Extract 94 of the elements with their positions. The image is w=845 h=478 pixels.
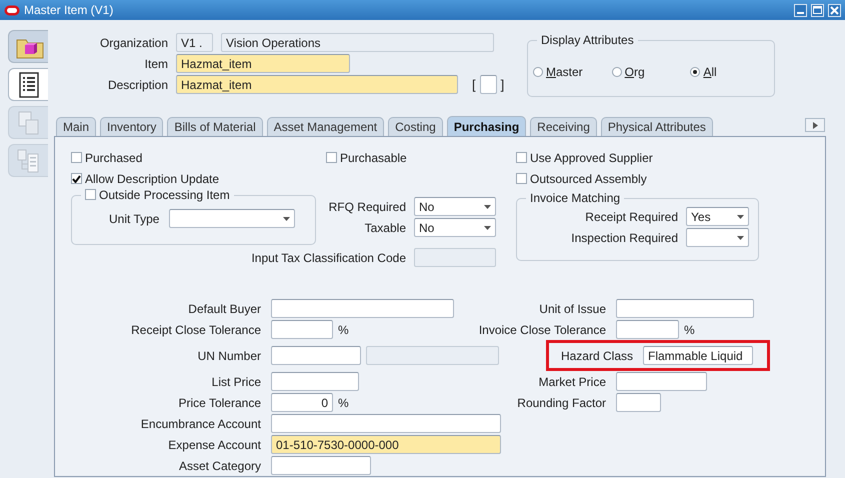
- checkbox[interactable]: [85, 189, 96, 200]
- input-field[interactable]: 0: [271, 393, 333, 412]
- field-label: RFQ Required: [328, 200, 406, 214]
- radio-label: Org: [624, 64, 645, 78]
- checkbox[interactable]: [71, 152, 82, 163]
- input-field[interactable]: [480, 75, 497, 94]
- input-field[interactable]: 01-510-7530-0000-000: [271, 435, 501, 454]
- bracket-text: ]: [500, 77, 504, 92]
- input-field: V1 .: [176, 33, 213, 52]
- input-field[interactable]: [271, 346, 361, 365]
- close-button[interactable]: [828, 4, 841, 16]
- field-label: Unit of Issue: [539, 302, 606, 316]
- checkbox[interactable]: [71, 173, 82, 184]
- field-label: Asset Category: [178, 458, 261, 472]
- checkbox[interactable]: [326, 152, 337, 163]
- maximize-icon: [813, 6, 822, 14]
- input-field[interactable]: Hazmat_item: [176, 75, 458, 94]
- checkbox-label: Purchased: [85, 150, 142, 164]
- dropdown-field[interactable]: [169, 209, 296, 228]
- field-label: Unit Type: [109, 212, 160, 226]
- input-field[interactable]: [271, 456, 371, 475]
- field-label: Rounding Factor: [517, 396, 606, 410]
- input-field[interactable]: [271, 299, 454, 318]
- checkbox-label: Outside Processing Item: [99, 188, 230, 202]
- radio-label: All: [703, 64, 717, 78]
- bracket-text: [: [472, 77, 476, 92]
- tab[interactable]: Purchasing: [446, 116, 526, 136]
- checkbox-label: Outsourced Assembly: [530, 172, 647, 186]
- minimize-button[interactable]: [794, 4, 807, 16]
- field-label: Invoice Close Tolerance: [478, 322, 606, 336]
- field-label: Receipt Required: [585, 210, 678, 224]
- field-label: Encumbrance Account: [140, 416, 261, 430]
- toolbar-button[interactable]: [8, 68, 48, 101]
- field-label: Input Tax Classification Code: [251, 250, 406, 264]
- input-field[interactable]: [616, 320, 679, 339]
- triangle-icon: [812, 122, 818, 128]
- field-label: UN Number: [196, 348, 261, 362]
- tab[interactable]: Physical Attributes: [600, 117, 713, 136]
- field-label: Default Buyer: [187, 302, 261, 316]
- caret-icon: [283, 217, 290, 221]
- logo-icon: [4, 4, 20, 16]
- input-field[interactable]: [616, 372, 707, 391]
- field-label: Market Price: [538, 374, 606, 388]
- tab[interactable]: Receiving: [530, 117, 597, 136]
- input-field[interactable]: [271, 320, 333, 339]
- input-field[interactable]: [271, 372, 359, 391]
- tab[interactable]: Bills of Material: [167, 117, 263, 136]
- field-label: Inspection Required: [571, 230, 678, 244]
- field-label: Description: [106, 78, 168, 92]
- dropdown-field[interactable]: [686, 228, 749, 247]
- input-field[interactable]: Flammable Liquid: [643, 346, 753, 365]
- tab[interactable]: Inventory: [100, 117, 164, 136]
- field-label: Price Tolerance: [178, 396, 261, 410]
- unit-text: %: [338, 322, 349, 336]
- checkbox[interactable]: [516, 173, 527, 184]
- field-label: List Price: [210, 374, 261, 388]
- tab[interactable]: Asset Management: [266, 117, 384, 136]
- dropdown-field[interactable]: No: [414, 197, 496, 216]
- close-icon: [830, 6, 839, 14]
- scroll-right-button[interactable]: [805, 118, 825, 132]
- checkbox-label: Use Approved Supplier: [530, 150, 653, 164]
- dropdown-field[interactable]: Yes: [686, 207, 749, 226]
- maximize-button[interactable]: [811, 4, 824, 16]
- radio-button[interactable]: [612, 66, 622, 76]
- checkbox[interactable]: [516, 152, 527, 163]
- caret-icon: [484, 226, 491, 230]
- field-label: Receipt Close Tolerance: [130, 322, 261, 336]
- unit-text: %: [338, 396, 349, 410]
- group-title: Display Attributes: [537, 32, 638, 47]
- group-title: Invoice Matching: [526, 190, 624, 205]
- unit-text: %: [684, 322, 695, 336]
- field-label: Hazard Class: [560, 348, 633, 362]
- field-label: Item: [144, 56, 168, 70]
- dropdown-field[interactable]: No: [414, 218, 496, 237]
- checkbox-label: Purchasable: [340, 150, 407, 164]
- input-field[interactable]: [271, 414, 501, 433]
- radio-label: Master: [546, 64, 583, 78]
- field-label: Organization: [98, 36, 168, 50]
- checkbox-label: Allow Description Update: [85, 172, 220, 186]
- input-field[interactable]: Hazmat_item: [176, 54, 350, 73]
- caret-icon: [484, 205, 491, 209]
- input-field[interactable]: [616, 299, 754, 318]
- radio-button[interactable]: [533, 66, 543, 76]
- field-label: Expense Account: [167, 438, 261, 452]
- radio-button[interactable]: [690, 66, 700, 76]
- input-field[interactable]: [616, 393, 661, 412]
- tab[interactable]: Costing: [388, 117, 443, 136]
- caret-icon: [737, 236, 744, 240]
- caret-icon: [737, 215, 744, 219]
- window-title: Master Item (V1): [24, 3, 114, 17]
- input-field: Vision Operations: [221, 33, 494, 52]
- tab[interactable]: Main: [56, 117, 96, 136]
- minimize-icon: [797, 12, 804, 14]
- field-label: Taxable: [364, 220, 406, 234]
